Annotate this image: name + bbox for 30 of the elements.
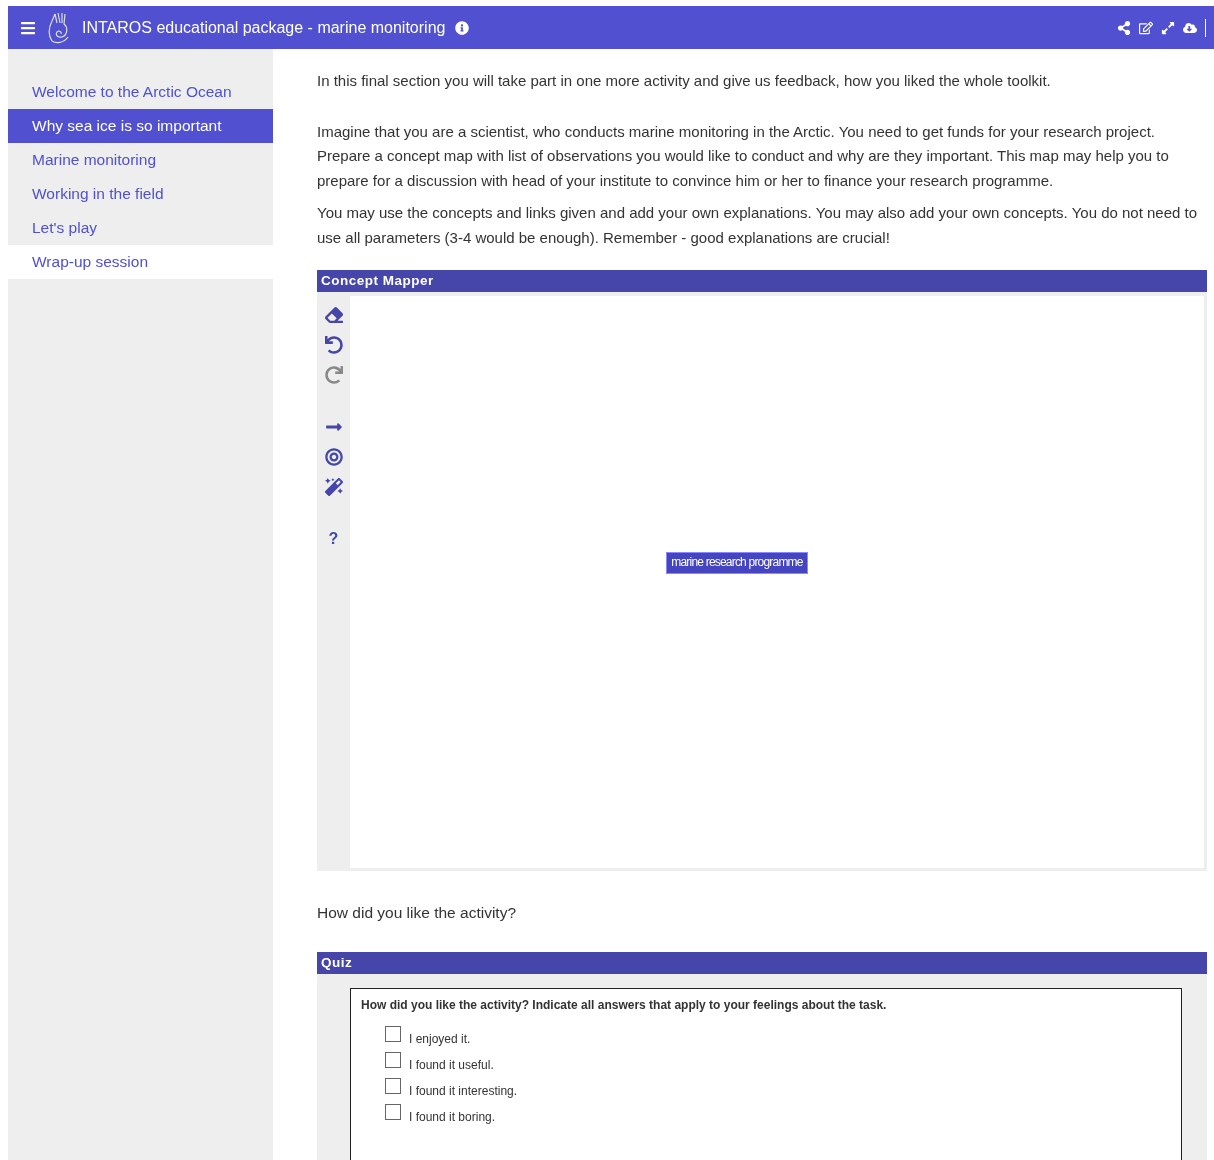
target-icon[interactable] [324, 448, 343, 466]
option-label: I found it useful. [409, 1058, 494, 1072]
share-icon[interactable] [1117, 20, 1131, 35]
panel-title: Quiz [317, 952, 1207, 974]
option-label: I enjoyed it. [409, 1032, 471, 1046]
checkbox[interactable] [385, 1078, 401, 1094]
expand-icon[interactable] [1161, 20, 1175, 35]
checkbox[interactable] [385, 1052, 401, 1068]
checkbox[interactable] [385, 1104, 401, 1120]
app-title: INTAROS educational package - marine monitoring [82, 18, 446, 37]
sidebar-item[interactable]: Why sea ice is so important [8, 109, 273, 143]
magic-wand-icon[interactable] [324, 478, 343, 496]
sidebar-item[interactable]: Wrap-up session [8, 245, 273, 279]
cloud-download-icon[interactable] [1183, 20, 1197, 35]
option-label: I found it interesting. [409, 1084, 518, 1098]
question-text: How did you like the activity? [317, 904, 517, 922]
info-icon[interactable] [455, 20, 470, 35]
panel-title: Concept Mapper [317, 270, 1207, 292]
eraser-icon[interactable] [324, 306, 343, 324]
undo-icon[interactable] [324, 336, 343, 354]
edit-icon[interactable] [1139, 20, 1153, 35]
menu-icon[interactable] [20, 19, 36, 36]
instruction-paragraph: You may use the concepts and links given and add your own explanations. You may also add your own concepts. You do not need to use all parameters (3-4 would be enough). Remember - good explanations are crucial! [317, 203, 1199, 248]
quiz-prompt: How did you like the activity? Indicate all answers that apply to your feelings about the task. [361, 998, 888, 1012]
intro-paragraph: In this final section you will take part in one more activity and give us feedback, how you liked the whole toolkit. [317, 71, 1052, 91]
instruction-paragraph: Imagine that you are a scientist, who conducts marine monitoring in the Arctic. You need to get funds for your research project. Prepare a concept map with list of observations you would like to conduct and why are they important. This map may help you to prepare for a discussion with head of your institute to convince him or her to finance your research programme. [317, 121, 1170, 191]
checkbox[interactable] [385, 1026, 401, 1042]
concept-node[interactable]: marine research programme [666, 552, 808, 574]
option-label: I found it boring. [409, 1110, 496, 1124]
help-button[interactable]: ? [328, 530, 339, 548]
